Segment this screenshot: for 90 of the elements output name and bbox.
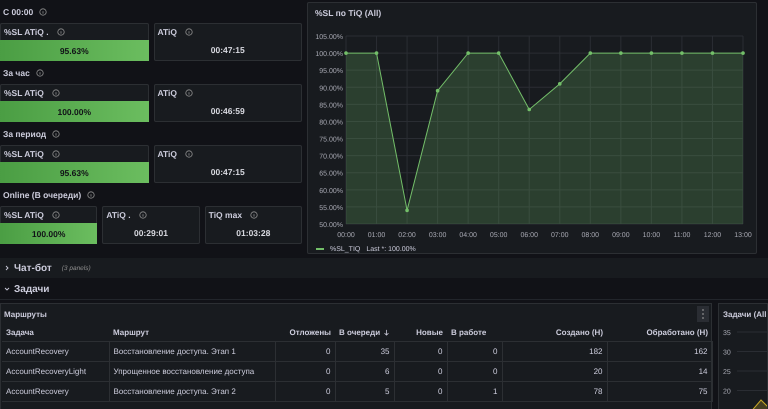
table-cell: 6: [335, 362, 394, 382]
panel-title: Маршруты: [4, 310, 47, 318]
info-icon[interactable]: [87, 190, 96, 198]
stat-value: 00:29:01: [132, 227, 169, 240]
table-cell: 0: [447, 362, 502, 382]
panel-title: ATiQ .: [106, 210, 131, 220]
chevron-icon[interactable]: [4, 286, 10, 292]
column-header[interactable]: Новые: [394, 324, 447, 342]
panel-title: %SL ATiQ: [4, 149, 44, 159]
row-title[interactable]: Задачи: [14, 284, 50, 294]
panel-title: ATiQ: [158, 88, 178, 98]
data-point: [436, 88, 440, 92]
stat-value: 01:03:28: [235, 227, 272, 240]
table-cell: 0: [447, 342, 502, 362]
data-point: [344, 51, 348, 55]
data-point: [558, 82, 562, 86]
table-cell: AccountRecovery: [2, 382, 109, 402]
table-cell: 75: [607, 382, 712, 402]
data-point: [650, 51, 654, 55]
data-point: [405, 208, 409, 212]
table-cell: AccountRecovery: [2, 342, 109, 362]
stat-value: 00:47:15: [210, 44, 246, 57]
data-point: [374, 51, 378, 55]
data-point: [680, 51, 684, 55]
data-point: [496, 51, 500, 55]
group-title: С 00:00: [3, 6, 34, 16]
table-cell: 35: [335, 342, 394, 362]
table-cell: 162: [607, 342, 712, 362]
table-cell: 0: [394, 382, 447, 402]
info-icon[interactable]: [52, 89, 60, 97]
column-header[interactable]: Задача: [2, 324, 109, 342]
info-icon[interactable]: [250, 211, 258, 219]
info-icon[interactable]: [185, 89, 194, 97]
group-title: За час: [3, 68, 30, 78]
info-icon[interactable]: [185, 28, 194, 36]
column-header[interactable]: Обработано (Н): [607, 324, 712, 342]
table-cell: Упрощенное восстановление доступа: [109, 362, 275, 382]
chart-title: %SL по TiQ (All): [314, 7, 382, 20]
menu-icon[interactable]: [697, 306, 709, 322]
table-cell: 78: [502, 382, 607, 402]
stat-value: 95.63%: [0, 40, 148, 61]
column-header[interactable]: В очереди: [335, 324, 394, 342]
stat-value: 00:46:59: [210, 105, 246, 118]
panel-title: ATiQ: [158, 27, 178, 37]
group-title: За период: [3, 128, 46, 138]
panel-title: %SL ATiQ: [4, 210, 44, 220]
table-cell: 0: [275, 342, 335, 362]
column-header[interactable]: Маршрут: [109, 324, 275, 342]
panel-title: %SL ATiQ: [4, 88, 44, 98]
column-header[interactable]: Создано (Н): [502, 324, 607, 342]
chart-title: Задачи (All: [722, 308, 767, 321]
info-icon[interactable]: [185, 150, 194, 158]
table-cell: 0: [394, 342, 447, 362]
info-icon[interactable]: [52, 150, 60, 158]
info-icon[interactable]: [56, 28, 65, 36]
panel-title: TiQ max: [208, 210, 242, 220]
stat-value: 100.00%: [0, 101, 148, 122]
column-header[interactable]: Отложены: [275, 324, 335, 342]
data-point: [466, 51, 470, 55]
table-cell: Восстановление доступа. Этап 2: [109, 382, 275, 402]
info-icon[interactable]: [52, 211, 60, 219]
column-header[interactable]: В работе: [447, 324, 502, 342]
stat-value: 95.63%: [0, 162, 148, 183]
table-cell: 0: [394, 362, 447, 382]
table-cell: AccountRecoveryLight: [2, 362, 109, 382]
sort-arrow-icon[interactable]: [383, 329, 390, 336]
data-point: [527, 108, 532, 112]
group-title: Online (В очереди): [3, 190, 82, 200]
panel-title: ATiQ: [158, 149, 178, 159]
table-cell: 0: [275, 362, 335, 382]
info-icon[interactable]: [36, 68, 44, 76]
data-point: [741, 51, 745, 55]
info-icon[interactable]: [39, 8, 48, 16]
table-cell: 5: [335, 382, 394, 402]
panel-title: %SL ATiQ .: [4, 27, 49, 37]
table-cell: 0: [275, 382, 335, 402]
chevron-icon[interactable]: [4, 265, 10, 271]
stat-value: 100.00%: [0, 223, 98, 244]
table-cell: 182: [502, 342, 607, 362]
table-cell: Восстановление доступа. Этап 1: [109, 342, 275, 362]
table-cell: 1: [447, 382, 502, 402]
table-cell: 14: [607, 362, 712, 382]
stat-value: 00:47:15: [210, 166, 246, 179]
row-title[interactable]: Чат-бот: [14, 262, 52, 274]
data-point: [588, 51, 592, 55]
table-cell: 20: [502, 362, 607, 382]
info-icon[interactable]: [138, 211, 147, 219]
info-icon[interactable]: [52, 130, 60, 138]
data-point: [619, 51, 623, 55]
data-point: [710, 51, 714, 55]
